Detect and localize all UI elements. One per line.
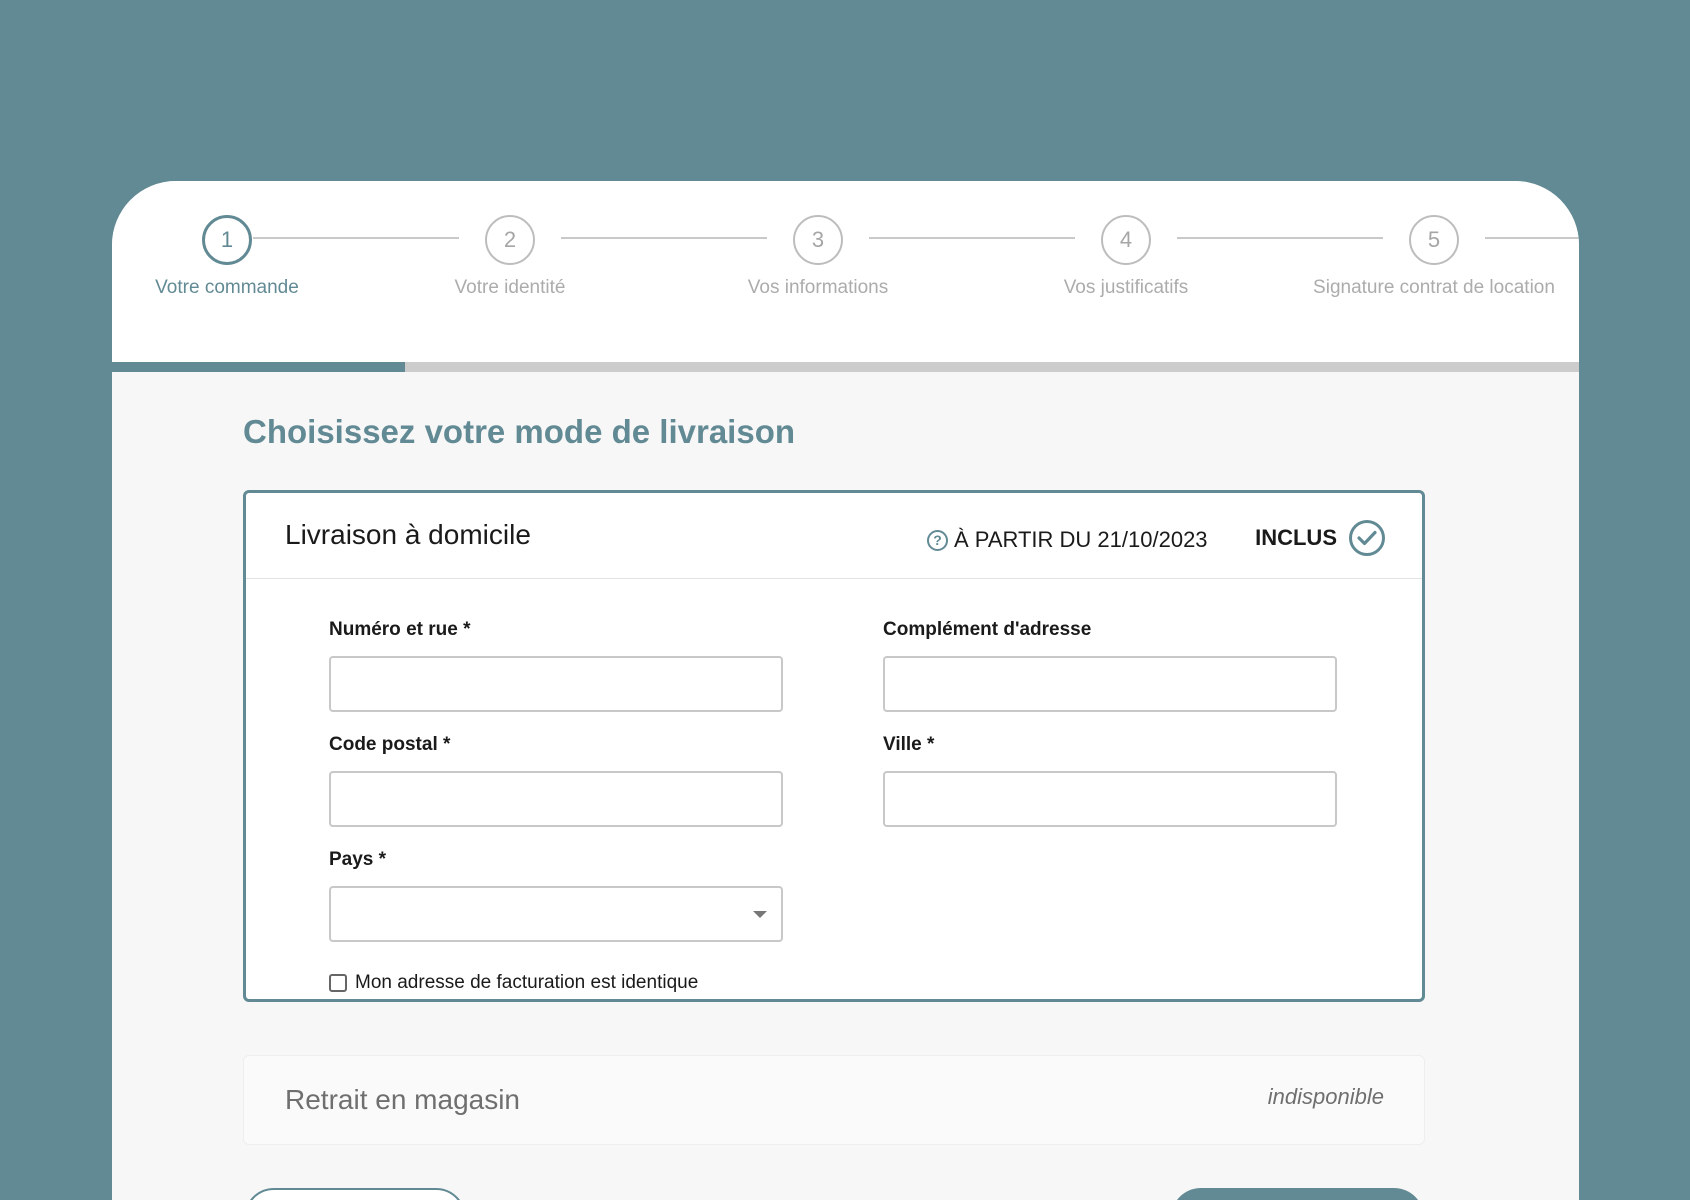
street-label: Numéro et rue * [329,619,471,640]
step-number: 4 [1101,215,1151,265]
step-vos-informations[interactable]: 3 Vos informations [648,215,988,299]
step-label: Signature contrat de location [1313,277,1555,298]
step-votre-identite[interactable]: 2 Votre identité [340,215,680,299]
step-number: 5 [1409,215,1459,265]
country-label: Pays * [329,849,387,870]
chevron-down-icon [753,911,767,918]
delivery-option-title: Retrait en magasin [285,1084,521,1115]
delivery-option-title: Livraison à domicile [285,519,531,550]
step-label: Vos informations [747,277,889,298]
street-input[interactable] [329,656,783,712]
delivery-option-status: indisponible [1267,1084,1384,1109]
delivery-date: ? À PARTIR DU 21/10/2023 [927,527,1208,553]
delivery-price-text: INCLUS [1255,525,1337,550]
next-button[interactable] [1171,1188,1424,1200]
step-vos-justificatifs[interactable]: 4 Vos justificatifs [956,215,1296,299]
step-number: 3 [793,215,843,265]
back-button[interactable] [244,1188,466,1200]
progress-bar [112,362,1579,372]
delivery-date-text: À PARTIR DU 21/10/2023 [954,527,1208,552]
postal-code-label: Code postal * [329,734,451,755]
progress-bar-fill [112,362,406,372]
step-label: Vos justificatifs [1063,277,1189,298]
delivery-option-store: Retrait en magasin indisponible [243,1055,1425,1145]
billing-same-address-label: Mon adresse de facturation est identique [355,972,699,993]
step-number: 1 [202,215,252,265]
address-complement-label: Complément d'adresse [883,619,1092,640]
postal-code-input[interactable] [329,771,783,827]
country-select[interactable] [329,886,783,942]
address-complement-input[interactable] [883,656,1337,712]
step-label: Votre identité [454,277,566,298]
step-number: 2 [485,215,535,265]
city-label: Ville * [883,734,935,755]
check-circle-icon [1349,520,1385,556]
billing-same-address-checkbox[interactable] [329,974,347,992]
checkout-card: 1 Votre commande 2 Votre identité 3 Vos … [112,181,1579,1200]
billing-same-address[interactable]: Mon adresse de facturation est identique [329,972,698,994]
help-icon[interactable]: ? [927,529,948,551]
city-input[interactable] [883,771,1337,827]
page-title: Choisissez votre mode de livraison [243,413,796,450]
delivery-option-home[interactable]: Livraison à domicile ? À PARTIR DU 21/10… [243,490,1425,1002]
delivery-price: INCLUS [1255,520,1385,556]
stepper: 1 Votre commande 2 Votre identité 3 Vos … [112,181,1579,362]
delivery-option-header: Livraison à domicile ? À PARTIR DU 21/10… [246,493,1422,579]
step-signature-contrat[interactable]: 5 Signature contrat de location [1264,215,1579,299]
